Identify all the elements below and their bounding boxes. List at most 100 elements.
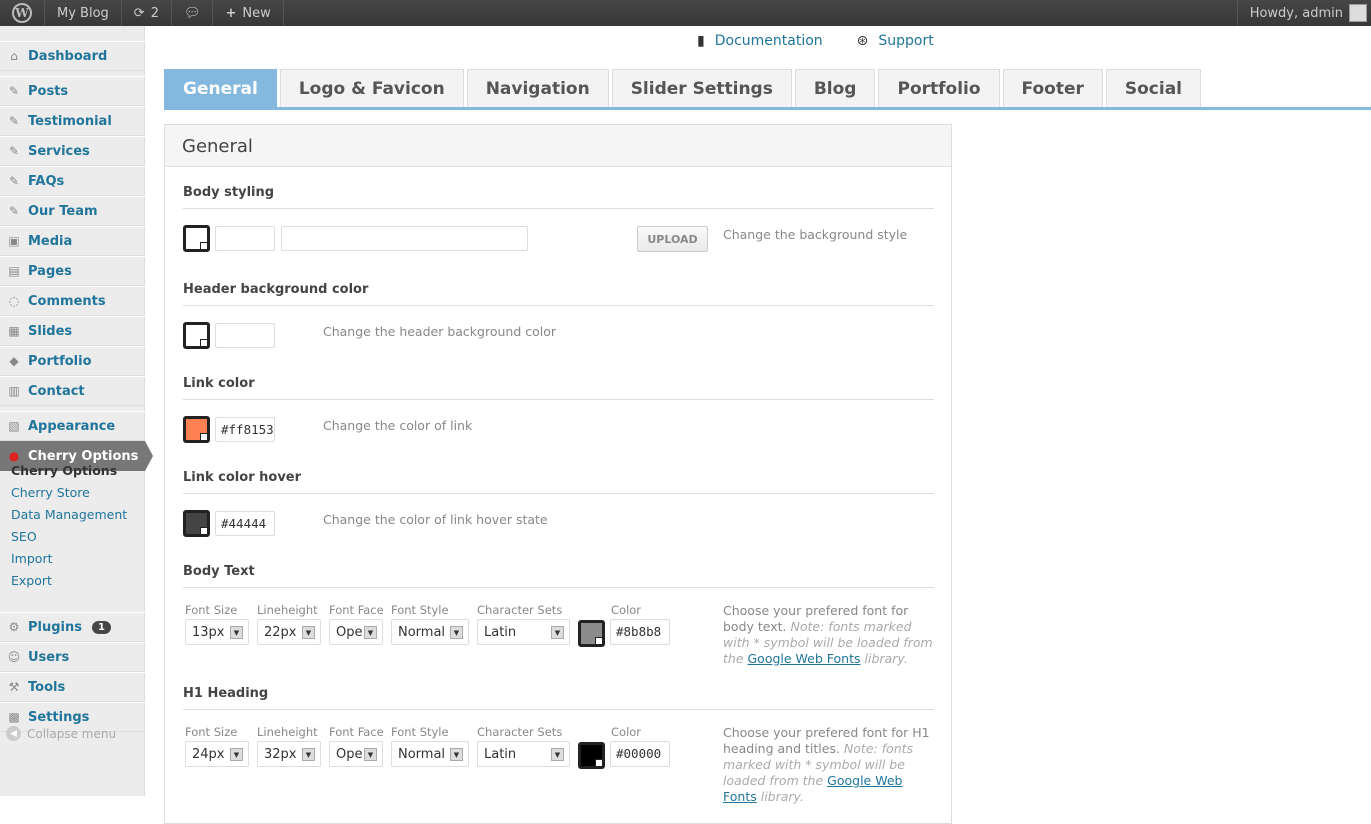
sidebar-item-slides[interactable]: ▦ Slides <box>0 316 145 346</box>
header-bg-input[interactable] <box>215 323 275 348</box>
sidebar-item-posts[interactable]: ✎ Posts <box>0 76 145 106</box>
sidebar-item-label: Services <box>28 143 90 159</box>
sidebar-item-faqs[interactable]: ✎ FAQs <box>0 166 145 196</box>
sidebar-item-label: Plugins <box>28 619 82 635</box>
select-face[interactable]: Ope ▼ <box>329 741 383 767</box>
select-face[interactable]: Ope ▼ <box>329 619 383 645</box>
field-description: Change the color of link <box>323 418 473 433</box>
sidebar-item-portfolio[interactable]: ◆ Portfolio <box>0 346 145 376</box>
label-style: Font Style <box>391 725 449 739</box>
select-size[interactable]: 24px ▼ <box>185 741 249 767</box>
field-description: Choose your prefered font for body text.… <box>723 603 933 667</box>
tab-general[interactable]: General <box>164 69 277 108</box>
label-lh: Lineheight <box>257 603 318 617</box>
select-value: Latin <box>484 747 517 762</box>
font-color-input[interactable]: #00000 <box>610 741 670 767</box>
sidebar-item-our-team[interactable]: ✎ Our Team <box>0 196 145 226</box>
pin-icon: ✎ <box>8 204 20 218</box>
sidebar-item-contact[interactable]: ▥ Contact <box>0 376 145 406</box>
font-color-input[interactable]: #8b8b8 <box>610 619 670 645</box>
font-color-swatch[interactable] <box>578 742 605 769</box>
dropdown-arrow-icon: ▼ <box>230 748 243 761</box>
field-description: Change the header background color <box>323 324 557 339</box>
admin-bar: W My Blog ⟳ 2 💬︎ + New Howdy, admin <box>0 0 1371 26</box>
collapse-menu-button[interactable]: ◀ Collapse menu <box>6 726 116 741</box>
sidebar-item-label: Testimonial <box>28 113 112 129</box>
sidebar-item-users[interactable]: ☺ Users <box>0 642 145 672</box>
sidebar-item-label: Portfolio <box>28 353 92 369</box>
h1-heading-section: H1 Heading Font Size 24px ▼ Lineheight 32px ▼ F… <box>183 686 934 804</box>
documentation-link[interactable]: ▮ Documentation <box>697 33 823 49</box>
submenu-item-seo[interactable]: SEO <box>11 529 37 544</box>
select-lh[interactable]: 22px ▼ <box>257 619 321 645</box>
section-heading: Header background color <box>183 282 934 306</box>
body-color-swatch[interactable] <box>183 225 210 252</box>
select-charset[interactable]: Latin ▼ <box>477 619 570 645</box>
dropdown-arrow-icon: ▼ <box>364 748 377 761</box>
submenu-item-export[interactable]: Export <box>11 573 52 588</box>
sidebar-item-dashboard[interactable]: ⌂ Dashboard <box>0 41 145 71</box>
tab-portfolio[interactable]: Portfolio <box>878 69 1000 108</box>
site-name-link[interactable]: My Blog <box>45 0 122 26</box>
select-charset[interactable]: Latin ▼ <box>477 741 570 767</box>
select-value: 13px <box>192 625 225 640</box>
updates-link[interactable]: ⟳ 2 <box>122 0 172 26</box>
select-lh[interactable]: 32px ▼ <box>257 741 321 767</box>
select-size[interactable]: 13px ▼ <box>185 619 249 645</box>
sidebar-item-plugins[interactable]: ⚙ Plugins 1 <box>0 612 145 642</box>
desc-tail: library. <box>864 651 908 666</box>
submenu-item-import[interactable]: Import <box>11 551 53 566</box>
account-menu[interactable]: Howdy, admin <box>1236 0 1371 26</box>
submenu-item-data-management[interactable]: Data Management <box>11 507 127 522</box>
link-hover-swatch[interactable] <box>183 510 210 537</box>
comments-link[interactable]: 💬︎ <box>172 0 214 26</box>
section-heading: Link color hover <box>183 470 934 494</box>
sidebar-item-label: Cherry Options <box>28 448 139 464</box>
body-image-input[interactable] <box>281 226 528 251</box>
comment-icon: ◌ <box>8 294 20 308</box>
body-color-input[interactable] <box>215 226 275 251</box>
upload-button[interactable]: UPLOAD <box>637 226 708 252</box>
dropdown-arrow-icon: ▼ <box>364 626 377 639</box>
font-color-swatch[interactable] <box>578 620 605 647</box>
link-color-swatch[interactable] <box>183 416 210 443</box>
tab-social[interactable]: Social <box>1105 69 1202 108</box>
sidebar-item-tools[interactable]: ⚒ Tools <box>0 672 145 702</box>
submenu-item-cherry-options[interactable]: Cherry Options <box>11 463 117 478</box>
pin-icon: ✎ <box>8 174 20 188</box>
sidebar-item-comments[interactable]: ◌ Comments <box>0 286 145 316</box>
tab-blog[interactable]: Blog <box>794 69 876 108</box>
sidebar-item-appearance[interactable]: ▧ Appearance <box>0 411 145 441</box>
select-style[interactable]: Normal ▼ <box>391 741 469 767</box>
label-size: Font Size <box>185 603 238 617</box>
link-color-input[interactable]: #ff8153 <box>215 417 275 442</box>
contact-icon: ▥ <box>8 384 20 398</box>
sidebar-item-label: Media <box>28 233 73 249</box>
link-hover-input[interactable]: #44444 <box>215 511 275 536</box>
sidebar-item-pages[interactable]: ▤ Pages <box>0 256 145 286</box>
tab-logo-favicon[interactable]: Logo & Favicon <box>279 69 464 108</box>
sidebar-item-services[interactable]: ✎ Services <box>0 136 145 166</box>
submenu-item-cherry-store[interactable]: Cherry Store <box>11 485 90 500</box>
sidebar-item-testimonial[interactable]: ✎ Testimonial <box>0 106 145 136</box>
field-description: Change the background style <box>723 227 908 242</box>
sidebar-item-label: Settings <box>28 709 90 725</box>
tab-slider-settings[interactable]: Slider Settings <box>611 69 792 108</box>
body-styling-section: Body styling UPLOAD Change the backgroun… <box>183 185 934 269</box>
header-bg-swatch[interactable] <box>183 322 210 349</box>
plugins-update-badge: 1 <box>92 620 111 634</box>
select-style[interactable]: Normal ▼ <box>391 619 469 645</box>
pin-icon: ✎ <box>8 114 20 128</box>
sidebar-item-label: Contact <box>28 383 85 399</box>
label-lh: Lineheight <box>257 725 318 739</box>
wp-logo-menu[interactable]: W <box>0 0 45 26</box>
new-content-link[interactable]: + New <box>213 0 284 26</box>
support-link[interactable]: ⊛ Support <box>857 33 934 49</box>
google-web-fonts-link[interactable]: Google Web Fonts <box>748 651 861 666</box>
home-icon: ⌂ <box>10 49 18 63</box>
tab-navigation[interactable]: Navigation <box>466 69 609 108</box>
sidebar-item-media[interactable]: ▣ Media <box>0 226 145 256</box>
tab-footer[interactable]: Footer <box>1002 69 1103 108</box>
sidebar-item-label: Tools <box>28 679 66 695</box>
slides-icon: ▦ <box>8 324 20 338</box>
